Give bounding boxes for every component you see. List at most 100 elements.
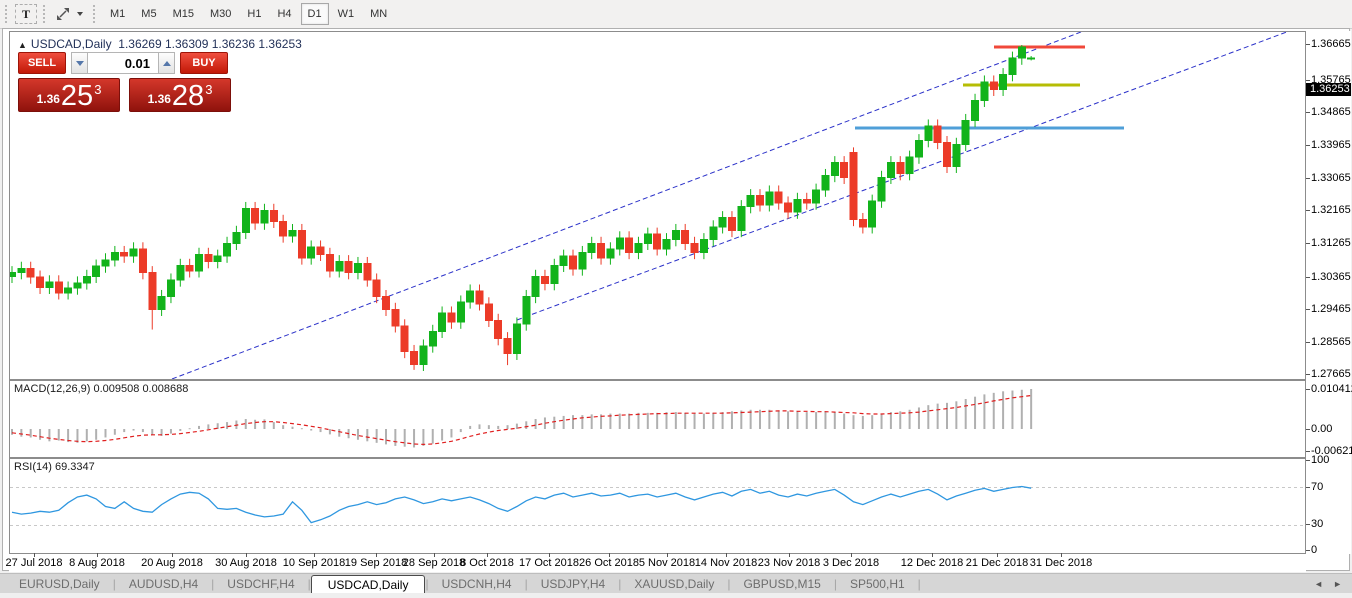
candle-body [401, 326, 408, 352]
rsi-axis-label: 30 [1311, 518, 1323, 530]
timeframe-button-W1[interactable]: W1 [331, 3, 362, 25]
macd-histogram-bar [105, 429, 107, 437]
macd-histogram-bar [189, 428, 191, 429]
macd-histogram-bar [469, 426, 471, 429]
macd-signal-line [12, 396, 1031, 445]
macd-histogram-bar [955, 401, 957, 429]
candle-body [691, 243, 698, 252]
candle-body [757, 196, 764, 205]
macd-histogram-bar [572, 415, 574, 429]
rsi-chart[interactable] [10, 459, 1305, 553]
candle-body [972, 100, 979, 120]
candle-body [242, 209, 249, 233]
rsi-indicator-pane[interactable]: RSI(14) 69.3347 [9, 458, 1306, 554]
candle-body [158, 297, 165, 310]
macd-histogram-bar [366, 429, 368, 441]
sell-price-panel[interactable]: 1.36 25 3 [18, 78, 120, 112]
time-axis[interactable]: 27 Jul 20188 Aug 201820 Aug 201830 Aug 2… [9, 554, 1306, 572]
candle-body [897, 163, 904, 174]
channel-parallel[interactable] [517, 32, 1292, 320]
timeframe-button-MN[interactable]: MN [363, 3, 394, 25]
macd-histogram-bar [254, 420, 256, 429]
volume-input[interactable] [88, 52, 158, 74]
candle-body [233, 232, 240, 243]
tab-usdcad-daily[interactable]: USDCAD,Daily [311, 575, 426, 595]
volume-increase-button[interactable] [158, 52, 175, 74]
sell-button[interactable]: SELL [18, 52, 66, 74]
candle-body [326, 254, 333, 271]
macd-histogram-bar [881, 414, 883, 429]
price-chart-pane[interactable]: ▲USDCAD,Daily 1.36269 1.36309 1.36236 1.… [9, 31, 1306, 380]
macd-indicator-pane[interactable]: MACD(12,26,9) 0.009508 0.008688 [9, 380, 1306, 458]
tab-gbpusd-m15[interactable]: GBPUSD,M15 [730, 577, 833, 591]
macd-histogram-bar [441, 429, 443, 441]
time-axis-label: 17 Oct 2018 [519, 557, 579, 569]
candle-body [121, 253, 128, 257]
timeframe-button-M15[interactable]: M15 [166, 3, 201, 25]
macd-histogram-bar [890, 412, 892, 429]
timeframe-button-M1[interactable]: M1 [103, 3, 132, 25]
candle-body [55, 282, 62, 293]
timeframe-button-H4[interactable]: H4 [270, 3, 298, 25]
macd-histogram-bar [58, 429, 60, 441]
macd-histogram-bar [86, 429, 88, 441]
macd-histogram-bar [591, 414, 593, 429]
channel-lower-long[interactable] [172, 32, 1094, 379]
tab-xauusd-daily[interactable]: XAUUSD,Daily [621, 577, 727, 591]
tab-usdcnh-h4[interactable]: USDCNH,H4 [429, 577, 525, 591]
buy-price-panel[interactable]: 1.36 28 3 [129, 78, 231, 112]
candle-body [383, 297, 390, 310]
candle-body [1018, 47, 1025, 58]
tab-usdchf-h4[interactable]: USDCHF,H4 [214, 577, 307, 591]
candle-body [794, 199, 801, 212]
tabs-scroll-left-icon[interactable]: ◄ [1314, 579, 1323, 589]
toolbar-grip[interactable] [43, 5, 47, 23]
macd-axis-label: 0.010412 [1311, 383, 1352, 395]
timeframe-button-H1[interactable]: H1 [240, 3, 268, 25]
price-axis[interactable]: 1.366651.357651.348651.339651.330651.321… [1306, 31, 1351, 554]
candle-body [841, 163, 848, 178]
tab-usdjpy-h4[interactable]: USDJPY,H4 [528, 577, 618, 591]
candle-body [560, 256, 567, 265]
candle-body [785, 203, 792, 212]
caret-up-icon [163, 61, 171, 66]
tab-eurusd-daily[interactable]: EURUSD,Daily [6, 577, 113, 591]
text-tool-icon[interactable]: T [15, 4, 37, 24]
tab-sp500-h1[interactable]: SP500,H1 [837, 577, 918, 591]
candle-body [551, 265, 558, 283]
candle-body [953, 144, 960, 166]
timeframe-button-M5[interactable]: M5 [134, 3, 163, 25]
tab-audusd-h4[interactable]: AUDUSD,H4 [116, 577, 211, 591]
arrows-tool-dropdown-icon[interactable] [77, 12, 83, 16]
macd-histogram-bar [507, 425, 509, 429]
volume-decrease-button[interactable] [71, 52, 88, 74]
timeframe-button-M30[interactable]: M30 [203, 3, 238, 25]
candle-body [46, 282, 53, 288]
macd-histogram-bar [637, 413, 639, 429]
arrows-tool-icon[interactable] [53, 4, 73, 24]
toolbar-grip[interactable] [5, 5, 9, 23]
candle-body [429, 331, 436, 346]
price-axis-label: 1.32165 [1311, 204, 1351, 216]
chart-tab-bar: EURUSD,Daily|AUDUSD,H4|USDCHF,H4|USDCAD,… [0, 573, 1352, 594]
tabs-scroll-right-icon[interactable]: ► [1333, 579, 1342, 589]
macd-chart[interactable] [10, 381, 1305, 457]
time-axis-label: 14 Nov 2018 [695, 557, 757, 569]
candle-body [37, 277, 44, 287]
candle-body [570, 256, 577, 269]
macd-histogram-bar [48, 429, 50, 441]
toolbar-grip[interactable] [93, 5, 97, 23]
macd-histogram-bar [329, 429, 331, 434]
candle-body [1009, 58, 1016, 75]
buy-button[interactable]: BUY [180, 52, 228, 74]
sell-price-big: 25 [61, 83, 93, 109]
candle-body [803, 199, 810, 203]
time-axis-label: 30 Aug 2018 [215, 557, 277, 569]
candle-body [1000, 75, 1007, 90]
candle-body [139, 249, 146, 273]
current-price-tag: 1.36253 [1306, 83, 1351, 96]
candle-body [700, 240, 707, 253]
time-axis-label: 8 Aug 2018 [69, 557, 125, 569]
macd-histogram-bar [722, 412, 724, 429]
timeframe-button-D1[interactable]: D1 [301, 3, 329, 25]
